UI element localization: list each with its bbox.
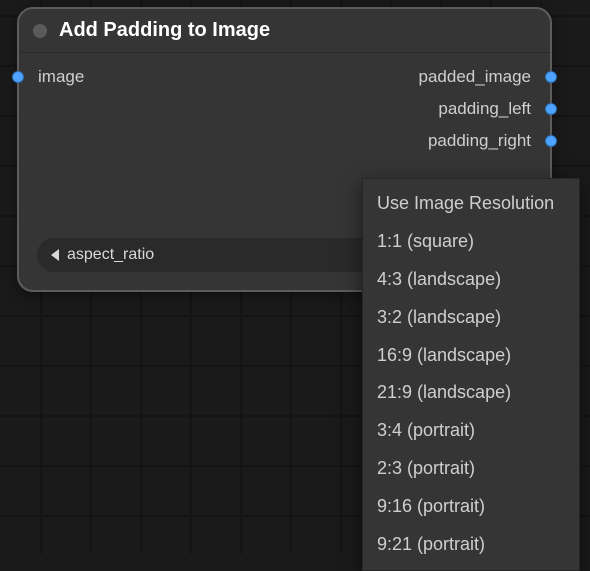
port-dot-icon xyxy=(545,135,557,147)
port-label: padding_right xyxy=(428,131,531,151)
dropdown-option[interactable]: 1:1 (square) xyxy=(363,223,579,261)
dropdown-option[interactable]: 9:21 (portrait) xyxy=(363,526,579,564)
status-dot-icon xyxy=(33,24,47,38)
dropdown-option[interactable]: 16:9 (landscape) xyxy=(363,337,579,375)
output-port-padding-right[interactable]: padding_right xyxy=(428,131,557,151)
input-port-image[interactable]: image xyxy=(12,67,84,87)
port-dot-icon xyxy=(12,71,24,83)
node-header[interactable]: Add Padding to Image xyxy=(19,9,550,53)
dropdown-option[interactable]: 2:3 (portrait) xyxy=(363,450,579,488)
dropdown-option[interactable]: 4:3 (landscape) xyxy=(363,261,579,299)
dropdown-option[interactable]: Use Image Resolution xyxy=(363,185,579,223)
output-port-padded-image[interactable]: padded_image xyxy=(419,67,557,87)
dropdown-option[interactable]: 21:9 (landscape) xyxy=(363,374,579,412)
output-port-padding-left[interactable]: padding_left xyxy=(438,99,557,119)
port-dot-icon xyxy=(545,103,557,115)
port-label: padding_left xyxy=(438,99,531,119)
param-name: aspect_ratio xyxy=(67,246,154,264)
dropdown-option[interactable]: 3:2 (landscape) xyxy=(363,299,579,337)
dropdown-option[interactable]: 3:4 (portrait) xyxy=(363,412,579,450)
triangle-left-icon xyxy=(51,249,59,261)
port-label: padded_image xyxy=(419,67,531,87)
port-dot-icon xyxy=(545,71,557,83)
dropdown-option[interactable]: 9:16 (portrait) xyxy=(363,488,579,526)
port-label: image xyxy=(38,67,84,87)
node-title: Add Padding to Image xyxy=(59,19,270,42)
aspect-ratio-dropdown: Use Image Resolution 1:1 (square) 4:3 (l… xyxy=(362,178,580,571)
